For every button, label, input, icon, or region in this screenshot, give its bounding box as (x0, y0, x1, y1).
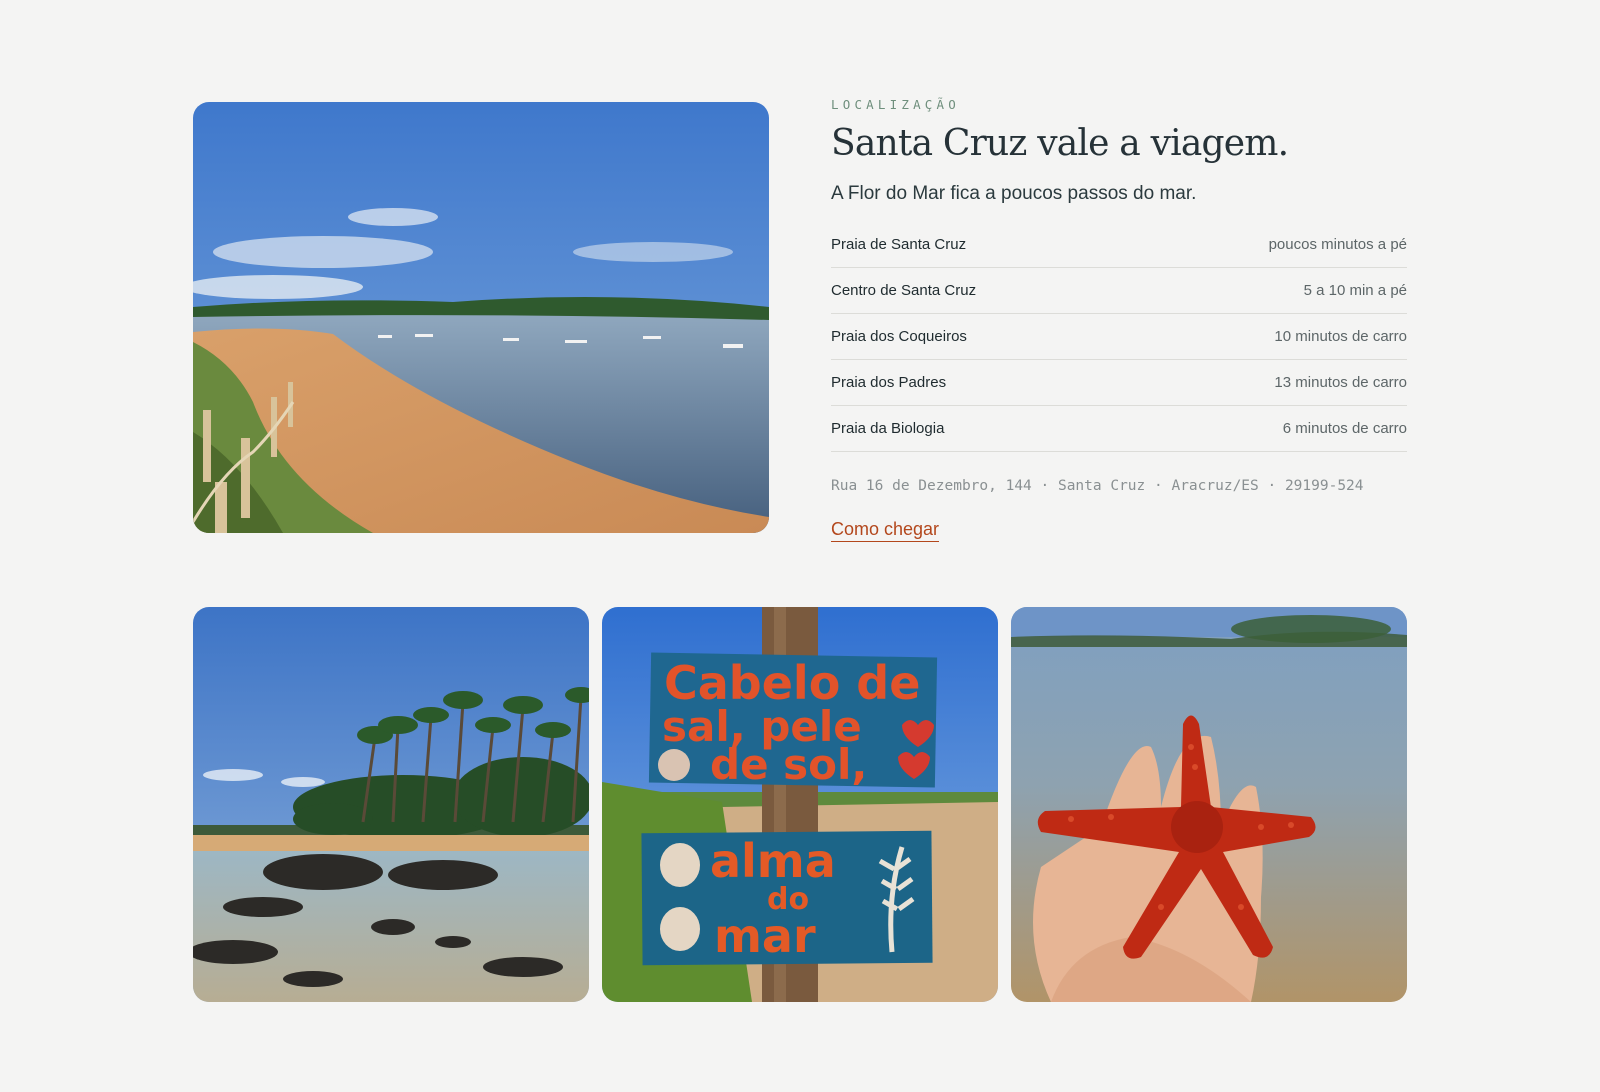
place-distance: 10 minutos de carro (1274, 328, 1407, 345)
painted-signs-image: Cabelo de sal, pele de sol, alma do mar (602, 607, 998, 1002)
place-row: Praia dos Padres 13 minutos de carro (831, 360, 1407, 406)
directions-link[interactable]: Como chegar (831, 518, 940, 542)
sign-top: Cabelo de sal, pele de sol, (648, 652, 938, 789)
starfish-image (1011, 607, 1407, 1002)
place-name: Praia dos Padres (831, 374, 947, 391)
sign-bottom: alma do mar (641, 830, 933, 966)
place-distance: 5 a 10 min a pé (1303, 282, 1407, 299)
place-row: Centro de Santa Cruz 5 a 10 min a pé (831, 268, 1407, 314)
place-name: Praia de Santa Cruz (831, 236, 967, 253)
address: Rua 16 de Dezembro, 144 · Santa Cruz · A… (831, 478, 1364, 494)
place-distance: 13 minutos de carro (1274, 374, 1407, 391)
gallery-photo-palms (193, 607, 589, 1002)
beach-photo (193, 102, 769, 533)
place-distance: 6 minutos de carro (1282, 420, 1407, 437)
section-subtitle: A Flor do Mar fica a poucos passos do ma… (831, 183, 1197, 204)
sign2-text-line-1: alma (710, 834, 836, 888)
place-distance: poucos minutos a pé (1268, 236, 1407, 253)
beach-photo-image (193, 102, 769, 533)
section-title: Santa Cruz vale a viagem. (831, 123, 1289, 164)
place-row: Praia da Biologia 6 minutos de carro (831, 406, 1407, 452)
place-row: Praia de Santa Cruz poucos minutos a pé (831, 222, 1407, 268)
location-section: LOCALIZAÇÃO Santa Cruz vale a viagem. A … (0, 0, 1600, 1092)
location-info: LOCALIZAÇÃO Santa Cruz vale a viagem. A … (831, 96, 1407, 542)
place-name: Centro de Santa Cruz (831, 282, 977, 299)
seashell-icon (660, 843, 700, 887)
seashell-icon (658, 749, 690, 781)
seashell-icon (660, 907, 700, 951)
palms-beach-image (193, 607, 589, 1002)
nearby-places-list: Praia de Santa Cruz poucos minutos a pé … (831, 222, 1407, 452)
gallery-photo-starfish (1011, 607, 1407, 1002)
section-eyebrow: LOCALIZAÇÃO (831, 97, 960, 112)
place-name: Praia da Biologia (831, 420, 945, 437)
place-row: Praia dos Coqueiros 10 minutos de carro (831, 314, 1407, 360)
gallery-photo-signs: Cabelo de sal, pele de sol, alma do mar (602, 607, 998, 1002)
sign-text-line-3: de sol, (710, 740, 867, 789)
sign2-text-line-3: mar (714, 909, 816, 963)
place-name: Praia dos Coqueiros (831, 328, 967, 345)
